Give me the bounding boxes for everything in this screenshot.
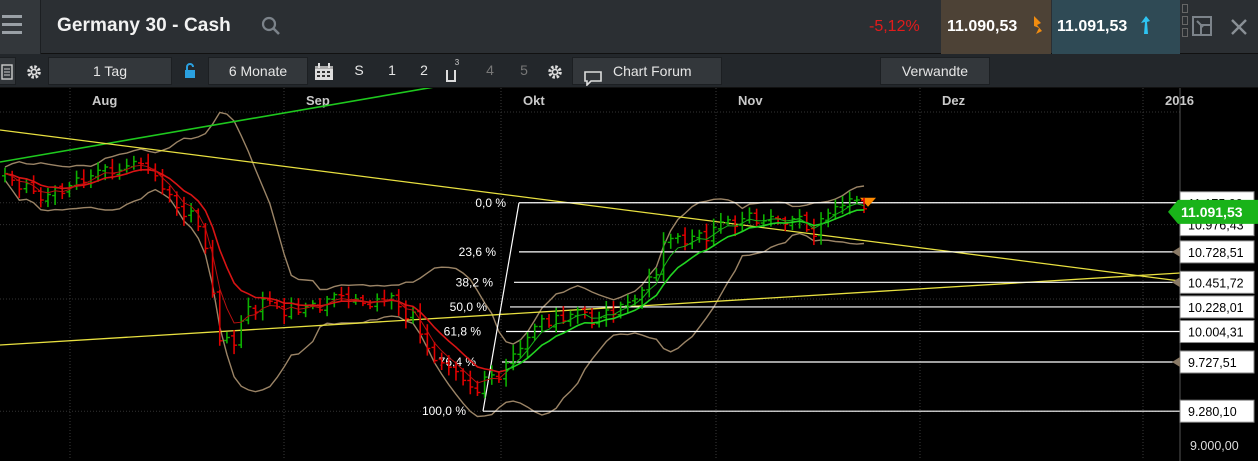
fib-level-label: 50,0 %: [450, 300, 488, 314]
chat-bubble-icon: [583, 64, 603, 86]
button-2[interactable]: 2: [411, 57, 437, 85]
bracket-icon: [445, 69, 456, 82]
popout-icon[interactable]: [1190, 14, 1214, 38]
axis-tick: [1172, 277, 1180, 288]
price-axis: 11.175,0010.976,4310.728,5110.451,7210.2…: [1168, 88, 1258, 461]
instrument-title: Germany 30 - Cash: [57, 15, 231, 36]
fib-level-label: 23,6 %: [459, 245, 497, 259]
chart-forum-label: Chart Forum: [613, 63, 692, 79]
fibonacci-retracement: 0,0 % 23,6 % 38,2 % 50,0 % 61,8 % 76,4 % 100,0…: [422, 196, 1180, 418]
chart-forum-button[interactable]: Chart Forum: [572, 57, 722, 86]
down-arrow-icon: [1031, 14, 1045, 36]
related-button[interactable]: Verwandte: [880, 57, 990, 85]
sell-price-button[interactable]: 11.090,53: [941, 0, 1051, 54]
fib-level-label: 100,0 %: [422, 404, 466, 418]
change-percent: -5,12%: [869, 18, 920, 35]
buy-price-button[interactable]: 11.091,53: [1052, 0, 1180, 54]
title-bar: Germany 30 - Cash -5,12% 11.090,53 11.09…: [0, 0, 1258, 54]
price-tag-value: 10.228,01: [1188, 301, 1244, 315]
fibonacci-tool-button[interactable]: 3: [440, 57, 466, 85]
menu-icon[interactable]: [0, 0, 41, 54]
chart-grid: [0, 88, 1180, 458]
search-icon[interactable]: [259, 14, 283, 38]
fib-level-label: 61,8 %: [444, 325, 482, 339]
month-label: Aug: [92, 93, 117, 108]
month-label: Dez: [942, 93, 966, 108]
button-s[interactable]: S: [346, 57, 372, 85]
price-tag-value: 9.280,10: [1188, 405, 1237, 419]
button-3-label: 3: [454, 58, 460, 67]
sell-price: 11.090,53: [947, 18, 1018, 35]
calendar-icon[interactable]: [310, 57, 338, 85]
trend-line-green: [0, 88, 434, 163]
button-4[interactable]: 4: [477, 57, 503, 85]
signal-bars: [1182, 4, 1190, 50]
up-arrow-icon: [1138, 14, 1152, 36]
price-tag-value: 10.451,72: [1188, 276, 1244, 290]
fib-level-label: 76,4 %: [439, 355, 477, 369]
buy-price: 11.091,53: [1057, 18, 1128, 35]
axis-bottom-label: 9.000,00: [1190, 439, 1239, 453]
lock-icon[interactable]: [176, 57, 204, 85]
ema-fast-red: [4, 164, 507, 384]
fib-level-label: 38,2 %: [456, 275, 494, 289]
button-1[interactable]: 1: [379, 57, 405, 85]
price-tag-value: 10.728,51: [1188, 246, 1244, 260]
price-tag-value: 9.727,51: [1188, 356, 1237, 370]
chart-toolbar: 1 Tag 6 Monate S 1 2 3 4 5 Chart Forum V…: [0, 54, 1258, 88]
current-price-value: 11.091,53: [1181, 204, 1243, 220]
button-5[interactable]: 5: [511, 57, 537, 85]
list-icon[interactable]: [0, 57, 16, 85]
gear-icon[interactable]: [20, 57, 48, 85]
month-label: Okt: [523, 93, 545, 108]
trend-line-yellow-up: [0, 272, 1181, 346]
interval-select[interactable]: 1 Tag: [48, 57, 172, 85]
close-icon[interactable]: [1226, 12, 1252, 40]
price-chart[interactable]: Aug Sep Okt Nov Dez 2016 0,0 %23,6 %38,2 %50,…: [0, 88, 1258, 461]
month-axis: Aug Sep Okt Nov Dez 2016: [92, 93, 1194, 108]
fib-level-label: 0,0 %: [475, 196, 506, 210]
range-select[interactable]: 6 Monate: [208, 57, 308, 85]
price-tag-value: 10.004,31: [1188, 326, 1244, 340]
settings-gear-icon[interactable]: [542, 57, 568, 85]
month-label: 2016: [1165, 93, 1194, 108]
month-label: Nov: [738, 93, 763, 108]
axis-tick: [1172, 246, 1180, 257]
axis-tick: [1172, 356, 1180, 367]
